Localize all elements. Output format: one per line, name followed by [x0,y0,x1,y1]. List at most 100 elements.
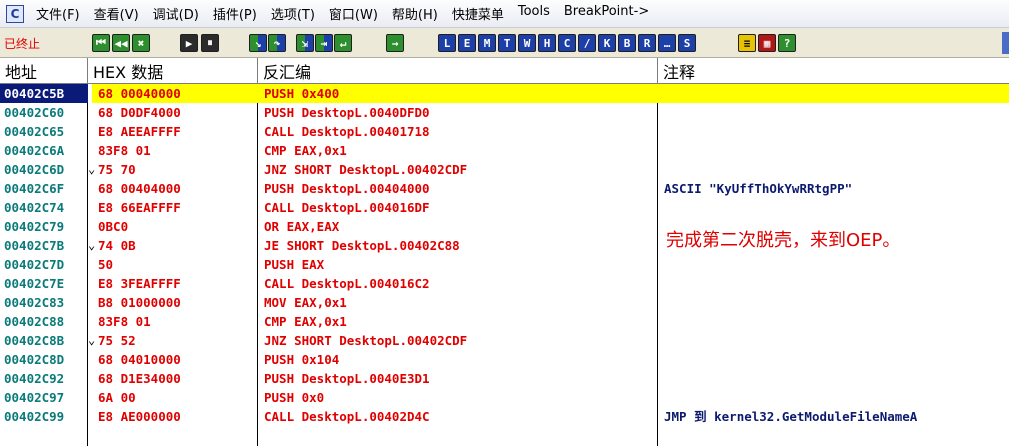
disasm-row[interactable]: 00402C7E E8 3FEAFFFF CALL DesktopL.004016C… [0,274,1009,293]
goto-icon[interactable]: → [386,34,404,52]
hex-cell: 68 D0DF4000 [98,105,181,120]
comment-cell [664,331,1009,350]
restart-icon[interactable]: ⏮ [92,34,110,52]
options-icon[interactable]: ▦ [758,34,776,52]
disasm-row[interactable]: 00402C7D 50 PUSH EAX [0,255,1009,274]
comment-cell [664,350,1009,369]
disasm-row[interactable]: 00402C83 B8 01000000 MOV EAX,0x1 [0,293,1009,312]
address-cell: 00402C8D [4,352,65,367]
execute-till-return-icon[interactable]: ↵ [334,34,352,52]
menu-items: 文件(F) 查看(V) 调试(D) 插件(P) 选项(T) 窗口(W) 帮助(H) 快捷菜单 T… [30,4,657,23]
comment-cell [664,388,1009,407]
menu-item[interactable]: 文件(F) [30,4,86,23]
disassembly-grid[interactable]: 00402C5B 68 00040000 PUSH 0x400 00402C60 68 … [0,84,1009,446]
address-cell: 00402C83 [4,295,65,310]
menu-item[interactable]: 窗口(W) [323,4,384,23]
address-cell: 00402C7E [4,276,65,291]
disasm-cell: MOV EAX,0x1 [264,295,347,310]
hex-cell: 75 52 [98,333,136,348]
trace-over-icon[interactable]: ⇥ [315,34,333,52]
hex-cell: 75 70 [98,162,136,177]
breakpoints-icon[interactable]: B [618,34,636,52]
patches-icon[interactable]: / [578,34,596,52]
hex-cell: 83F8 01 [98,143,151,158]
step-into-icon[interactable]: ↘ [249,34,267,52]
disasm-cell: PUSH DesktopL.0040E3D1 [264,371,430,386]
column-comment[interactable]: 注释 [658,58,1009,84]
source-icon[interactable]: S [678,34,696,52]
run-trace-icon[interactable]: … [658,34,676,52]
disasm-row[interactable]: 00402C8D 68 04010000 PUSH 0x104 [0,350,1009,369]
call-stack-icon[interactable]: K [598,34,616,52]
address-cell: 00402C6D [4,162,65,177]
column-address[interactable]: 地址 [0,58,88,84]
rewind-icon[interactable]: ◀◀ [112,34,130,52]
disasm-cell: CMP EAX,0x1 [264,314,347,329]
comment-cell [664,103,1009,122]
disasm-cell: JE SHORT DesktopL.00402C88 [264,238,460,253]
disasm-row[interactable]: 00402C99 E8 AE000000 CALL DesktopL.00402D4… [0,407,1009,426]
address-cell: 00402C65 [4,124,65,139]
run-icon[interactable]: ▶ [180,34,198,52]
menu-item[interactable]: 查看(V) [88,4,145,23]
executable-modules-icon[interactable]: E [458,34,476,52]
address-cell: 00402C7D [4,257,65,272]
step-over-icon[interactable]: ↷ [268,34,286,52]
menu-item[interactable]: Tools [512,4,556,23]
appearance-icon[interactable]: ≡ [738,34,756,52]
disasm-row[interactable]: 00402C74 E8 66EAFFFF CALL DesktopL.004016D… [0,198,1009,217]
column-disasm[interactable]: 反汇编 [258,58,658,84]
disasm-cell: PUSH DesktopL.00404000 [264,181,430,196]
close-icon[interactable]: ✖ [132,34,150,52]
address-cell: 00402C5B [0,84,88,103]
disasm-cell: CMP EAX,0x1 [264,143,347,158]
cpu-icon[interactable]: C [558,34,576,52]
disasm-cell: PUSH DesktopL.0040DFD0 [264,105,430,120]
menu-item[interactable]: 插件(P) [207,4,263,23]
disasm-row[interactable]: 00402C6F 68 00404000 PUSH DesktopL.0040400… [0,179,1009,198]
address-cell: 00402C79 [4,219,65,234]
menu-item[interactable]: BreakPoint-> [558,4,655,23]
disasm-row[interactable]: 00402C60 68 D0DF4000 PUSH DesktopL.0040DFD… [0,103,1009,122]
disasm-row[interactable]: 00402C8B ⌄ 75 52 JNZ SHORT DesktopL.00402CD… [0,331,1009,350]
windows-icon[interactable]: W [518,34,536,52]
handles-icon[interactable]: H [538,34,556,52]
disasm-row[interactable]: 00402C88 83F8 01 CMP EAX,0x1 [0,312,1009,331]
address-cell: 00402C97 [4,390,65,405]
hex-cell: E8 3FEAFFFF [98,276,181,291]
disasm-row[interactable]: 00402C6D ⌄ 75 70 JNZ SHORT DesktopL.00402CD… [0,160,1009,179]
comment-cell [664,141,1009,160]
comment-cell [664,274,1009,293]
menu-bar: C 文件(F) 查看(V) 调试(D) 插件(P) 选项(T) 窗口(W) 帮助(H) 快捷菜… [0,0,1009,28]
app-icon[interactable]: C [6,4,24,23]
pause-icon[interactable]: ⏸ [201,34,219,52]
address-cell: 00402C88 [4,314,65,329]
trace-into-icon[interactable]: ⇲ [296,34,314,52]
disasm-row[interactable]: 00402C97 6A 00 PUSH 0x0 [0,388,1009,407]
hex-cell: 6A 00 [98,390,136,405]
column-header: 地址 HEX 数据 反汇编 注释 [0,58,1009,84]
hex-cell: E8 66EAFFFF [98,200,181,215]
address-cell: 00402C7B [4,238,65,253]
disasm-row[interactable]: 00402C6A 83F8 01 CMP EAX,0x1 [0,141,1009,160]
hex-cell: 68 D1E34000 [98,371,181,386]
comment-cell [664,293,1009,312]
threads-icon[interactable]: T [498,34,516,52]
address-cell: 00402C74 [4,200,65,215]
log-window-icon[interactable]: L [438,34,456,52]
menu-item[interactable]: 帮助(H) [386,4,444,23]
menu-item[interactable]: 调试(D) [147,4,205,23]
help-icon[interactable]: ? [778,34,796,52]
address-cell: 00402C60 [4,105,65,120]
menu-item[interactable]: 快捷菜单 [446,4,510,23]
hex-cell: 0BC0 [98,219,129,234]
toolbar: 已终止 ⏮ ◀◀ ✖ ▶ ⏸ ↘ ↷ ⇲ ⇥ ↵ → L E M T W H C / K B R… S ≡ ▦? [0,28,1009,58]
column-hex[interactable]: HEX 数据 [88,58,258,84]
menu-item[interactable]: 选项(T) [265,4,321,23]
memory-map-icon[interactable]: M [478,34,496,52]
disasm-row[interactable]: 00402C5B 68 00040000 PUSH 0x400 [0,84,1009,103]
disasm-cell: CALL DesktopL.004016DF [264,200,430,215]
disasm-row[interactable]: 00402C65 E8 AEEAFFFF CALL DesktopL.0040171… [0,122,1009,141]
references-icon[interactable]: R [638,34,656,52]
disasm-row[interactable]: 00402C92 68 D1E34000 PUSH DesktopL.0040E3D… [0,369,1009,388]
